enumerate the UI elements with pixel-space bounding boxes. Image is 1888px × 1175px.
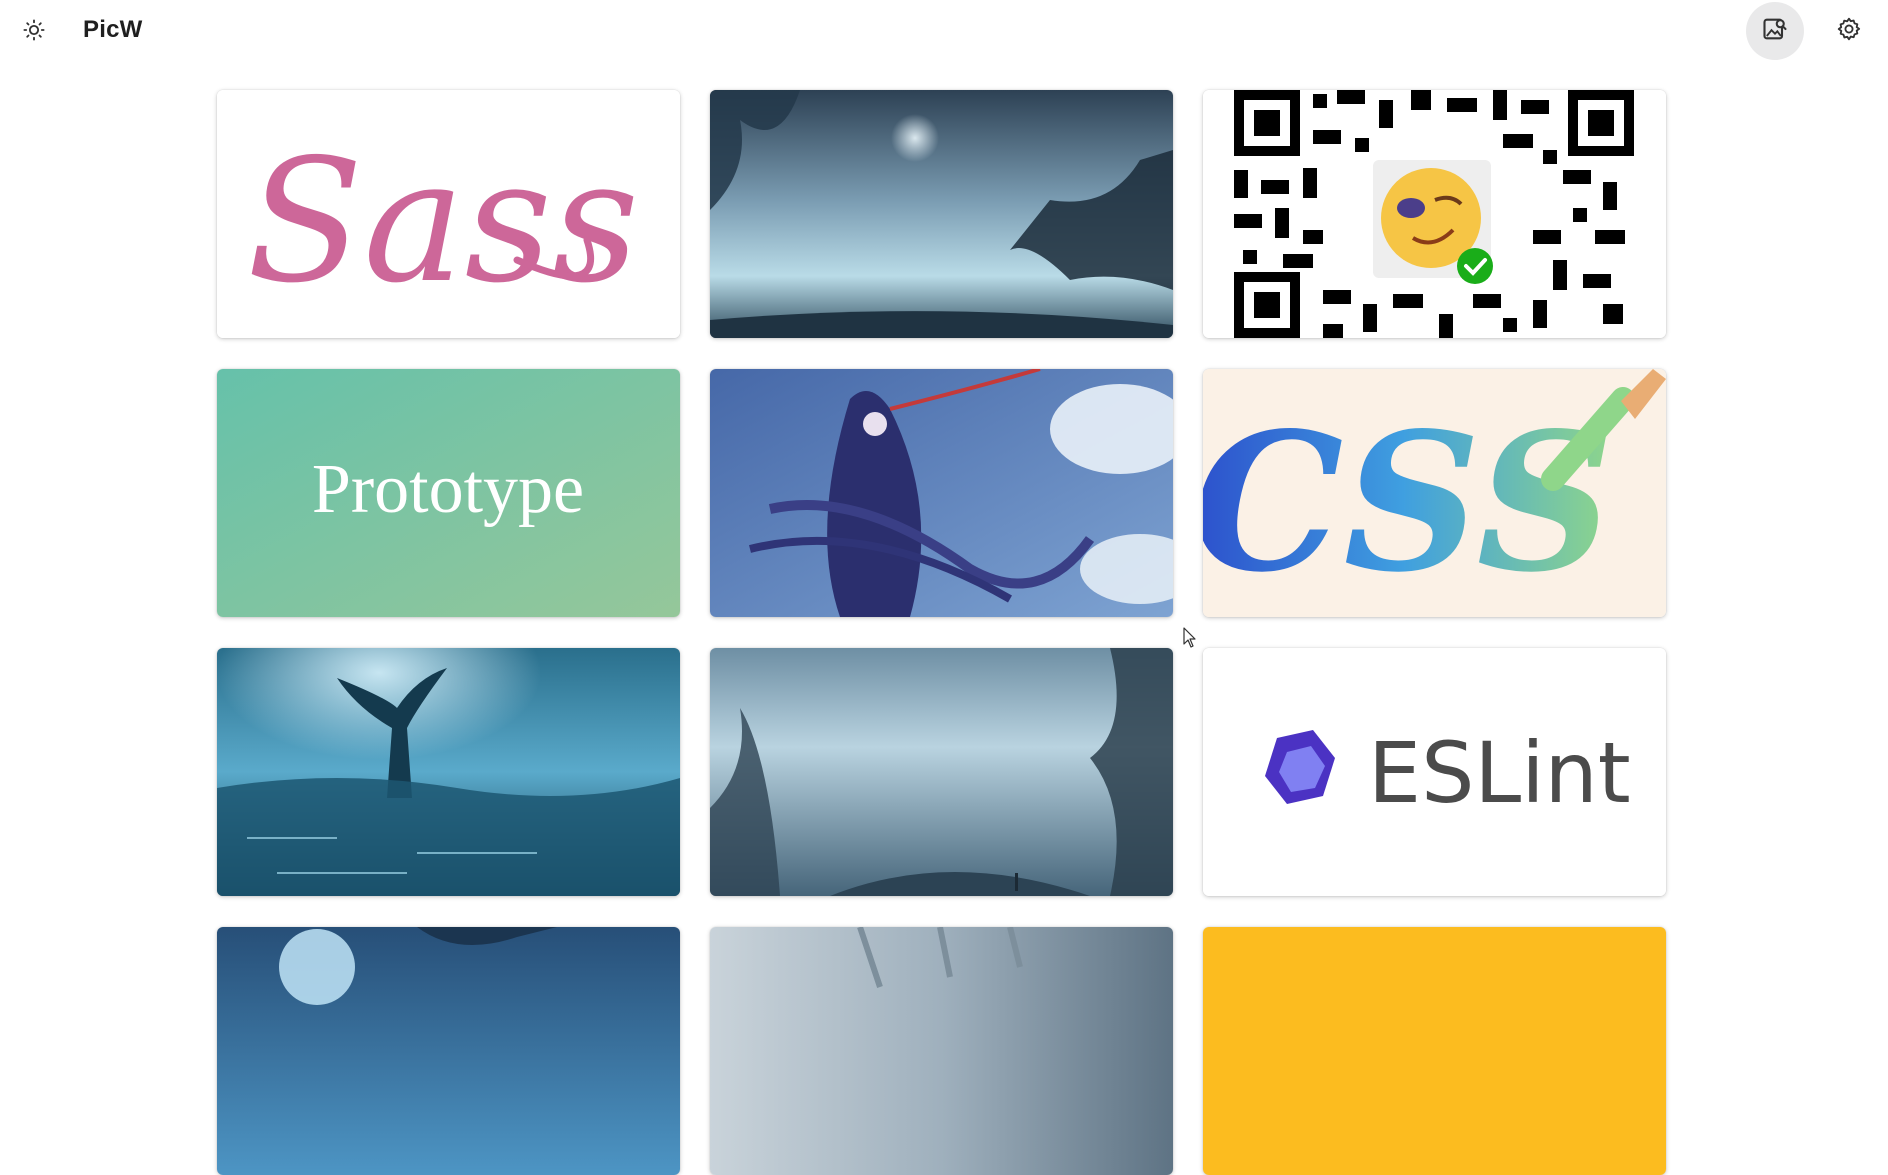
sass-logo-image: Sass xyxy=(217,90,680,338)
gallery-card[interactable] xyxy=(217,927,680,1175)
gallery-card[interactable] xyxy=(710,369,1173,617)
gallery-card[interactable] xyxy=(1203,90,1666,338)
settings-button[interactable] xyxy=(1828,10,1870,52)
top-bar: PicW xyxy=(0,0,1888,64)
glowing-tree-image xyxy=(217,648,680,896)
gallery-card[interactable] xyxy=(217,648,680,896)
gallery-card-label: Prototype xyxy=(312,451,584,528)
gallery-card[interactable]: CSS xyxy=(1203,369,1666,617)
gallery-card[interactable]: Sass xyxy=(217,90,680,338)
sun-icon xyxy=(23,18,45,46)
foggy-forest-image xyxy=(710,648,1173,896)
eslint-logo-image: ESLint xyxy=(1203,648,1666,896)
gallery-card-label: CSS xyxy=(1203,391,1614,614)
yellow-image xyxy=(1203,927,1666,1175)
gallery-card[interactable]: ESLint xyxy=(1203,648,1666,896)
anime-illustration-image xyxy=(710,369,1173,617)
qr-code-image xyxy=(1203,90,1666,338)
app-title: PicW xyxy=(83,16,143,43)
gallery-card[interactable] xyxy=(710,927,1173,1175)
gear-icon xyxy=(1836,16,1862,47)
gallery-card[interactable] xyxy=(1203,927,1666,1175)
mouse-cursor-icon xyxy=(1183,627,1197,649)
gallery-card[interactable]: Prototype xyxy=(217,369,680,617)
theme-toggle-button[interactable] xyxy=(14,12,54,52)
image-gallery: Sass Prototype CSS ESLint xyxy=(217,90,1666,1175)
gallery-card-label: ESLint xyxy=(1368,724,1631,822)
prototype-logo-image: Prototype xyxy=(217,369,680,617)
gallery-card[interactable] xyxy=(710,90,1173,338)
gallery-card[interactable] xyxy=(710,648,1173,896)
upload-image-button[interactable] xyxy=(1746,2,1804,60)
image-search-icon xyxy=(1761,15,1789,48)
gallery-card-label: Sass xyxy=(247,123,639,321)
pale-painting-image xyxy=(710,927,1173,1175)
css-logo-image: CSS xyxy=(1203,369,1666,617)
forest-lake-image xyxy=(710,90,1173,338)
moon-forest-image xyxy=(217,927,680,1175)
